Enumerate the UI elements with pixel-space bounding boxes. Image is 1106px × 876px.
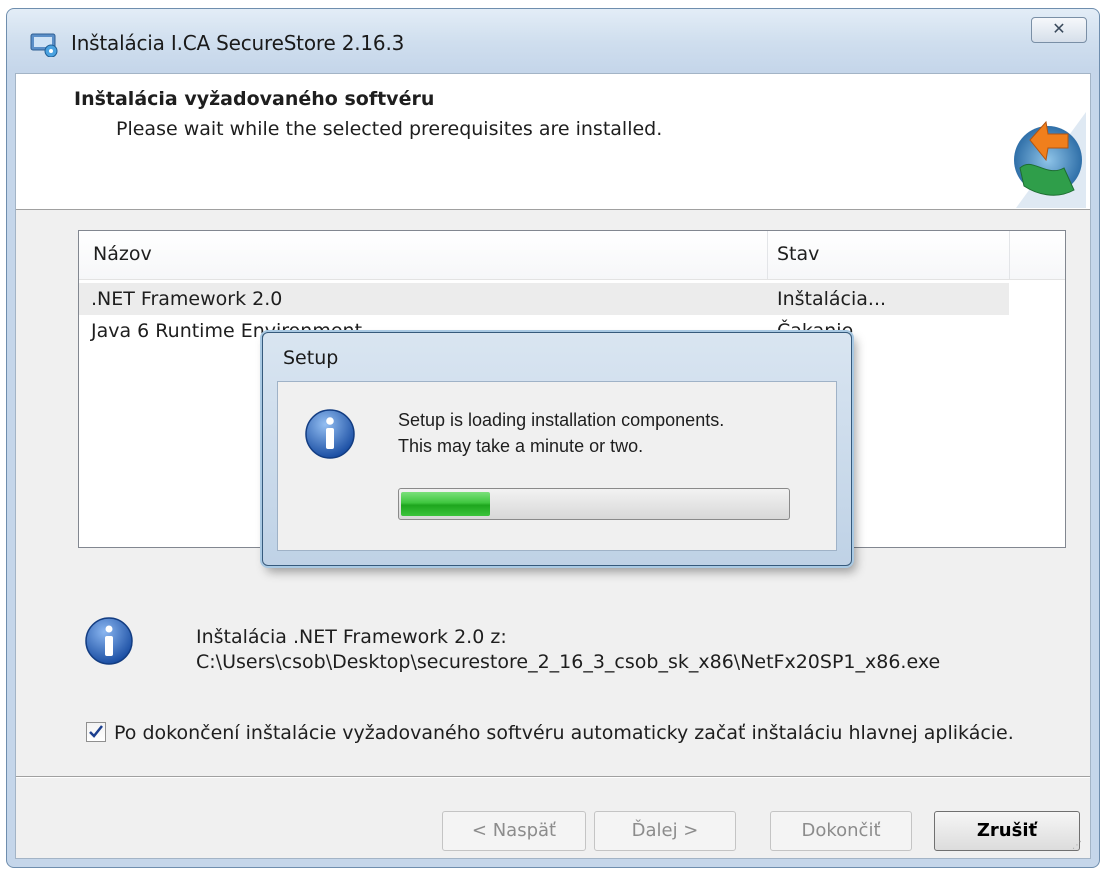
- loading-progress-bar: [398, 488, 790, 520]
- banner-title: Inštalácia vyžadovaného softvéru: [74, 88, 435, 110]
- close-icon: ✕: [1052, 19, 1066, 38]
- column-header-status[interactable]: Stav: [777, 243, 819, 265]
- column-header-name[interactable]: Názov: [93, 243, 152, 265]
- list-item[interactable]: .NET Framework 2.0 Inštalácia...: [79, 283, 1009, 315]
- auto-start-label[interactable]: Po dokončení inštalácie vyžadovaného sof…: [114, 722, 1014, 744]
- ica-logo: [1014, 112, 1086, 208]
- column-divider[interactable]: [1009, 231, 1010, 279]
- back-button[interactable]: < Naspäť: [442, 811, 586, 851]
- setup-dialog-body: Setup is loading installation components…: [277, 381, 837, 551]
- item-status: Inštalácia...: [777, 288, 887, 310]
- setup-dialog-title: Setup: [283, 347, 339, 369]
- installer-icon: [30, 33, 58, 57]
- close-button[interactable]: ✕: [1031, 17, 1087, 43]
- info-icon: [305, 409, 355, 459]
- title-bar[interactable]: Inštalácia I.CA SecureStore 2.16.3 ✕: [7, 9, 1099, 73]
- button-separator: [16, 776, 1090, 778]
- next-button[interactable]: Ďalej >: [594, 811, 736, 851]
- item-name: .NET Framework 2.0: [91, 288, 283, 310]
- finish-button[interactable]: Dokončiť: [770, 811, 912, 851]
- resize-grip[interactable]: ⋰: [1072, 840, 1086, 854]
- setup-message-line1: Setup is loading installation components…: [398, 410, 725, 430]
- header-banner: Inštalácia vyžadovaného softvéru Please …: [16, 74, 1090, 210]
- install-source-label: Inštalácia .NET Framework 2.0 z:: [196, 626, 507, 648]
- info-icon: [85, 617, 133, 665]
- banner-subtitle: Please wait while the selected prerequis…: [116, 118, 663, 140]
- auto-start-checkbox[interactable]: [86, 722, 106, 742]
- window-title: Inštalácia I.CA SecureStore 2.16.3: [71, 31, 405, 55]
- cancel-button[interactable]: Zrušiť: [934, 811, 1080, 851]
- column-divider[interactable]: [767, 231, 768, 279]
- progress-fill: [401, 492, 490, 516]
- setup-message-line2: This may take a minute or two.: [398, 436, 644, 456]
- install-source-path: C:\Users\csob\Desktop\securestore_2_16_3…: [196, 651, 941, 673]
- checkmark-icon: [89, 725, 103, 738]
- list-header: Názov Stav: [79, 231, 1065, 280]
- setup-dialog: Setup Setup is loading installation comp…: [262, 332, 852, 566]
